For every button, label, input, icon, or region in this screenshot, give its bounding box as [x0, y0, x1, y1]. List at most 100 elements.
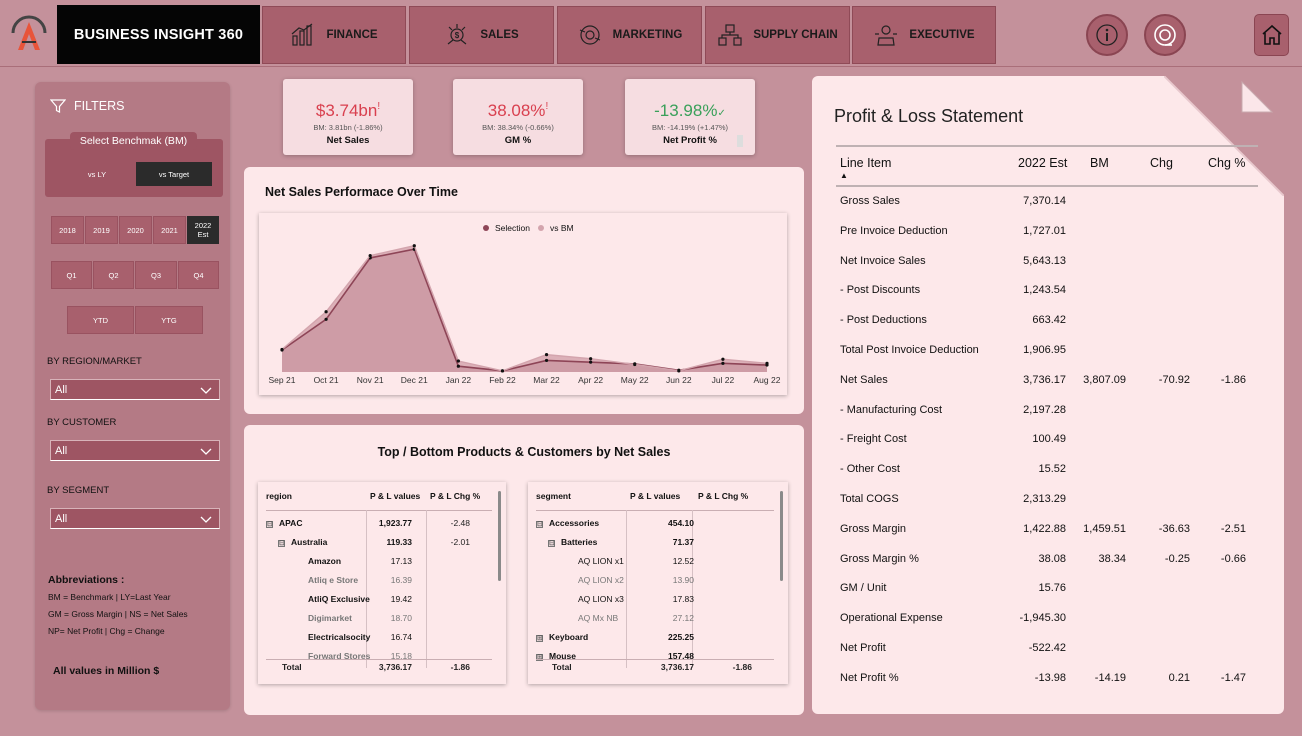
- year-2019[interactable]: 2019: [85, 216, 118, 244]
- pl-row[interactable]: Total COGS 2,313.29: [836, 485, 1258, 514]
- customer-dropdown[interactable]: All: [50, 440, 220, 461]
- period-ytd[interactable]: YTD: [67, 306, 134, 334]
- quarter-q4[interactable]: Q4: [178, 261, 219, 289]
- table-row[interactable]: ⊟ Batteries 71.37: [536, 532, 774, 551]
- region-dropdown[interactable]: All: [50, 379, 220, 400]
- table-row[interactable]: ⊞ Keyboard 225.25: [536, 627, 774, 646]
- kpi-net-profit-pct[interactable]: -13.98%✓ BM: -14.19% (+1.47%) Net Profit…: [625, 79, 755, 155]
- col-header-values[interactable]: P & L values: [630, 491, 680, 501]
- table-row[interactable]: ⊟ APAC 1,923.77 -2.48: [266, 513, 492, 532]
- data-point[interactable]: [765, 361, 769, 365]
- table-row[interactable]: AQ Mx NB 27.12: [536, 608, 774, 627]
- data-point[interactable]: [544, 358, 549, 363]
- table-row[interactable]: AQ LION x1 12.52: [536, 551, 774, 570]
- info-button[interactable]: [1086, 14, 1128, 56]
- table-row[interactable]: AtliQ Exclusive 19.42: [266, 589, 492, 608]
- nav-executive[interactable]: EXECUTIVE: [852, 6, 996, 64]
- benchmark-vs-ly[interactable]: vs LY: [59, 162, 135, 186]
- expand-collapse-icon[interactable]: ⊟: [278, 539, 285, 547]
- pl-row[interactable]: Gross Margin % 38.08 38.34 -0.25 -0.66: [836, 545, 1258, 574]
- pl-row[interactable]: Net Profit % -13.98 -14.19 0.21 -1.47: [836, 664, 1258, 693]
- support-button[interactable]: [1144, 14, 1186, 56]
- nav-sales[interactable]: $ SALES: [409, 6, 554, 64]
- data-point[interactable]: [633, 362, 637, 367]
- table-row[interactable]: Amazon 17.13: [266, 551, 492, 570]
- data-point[interactable]: [677, 369, 681, 373]
- pl-col-est[interactable]: 2022 Est: [1018, 156, 1067, 170]
- pl-row[interactable]: - Post Deductions 663.42: [836, 306, 1258, 335]
- region-matrix[interactable]: region P & L values P & L Chg % ⊟ APAC 1,923.…: [258, 482, 506, 684]
- pl-row[interactable]: - Other Cost 15.52: [836, 455, 1258, 484]
- sales-icon: $: [447, 24, 467, 45]
- table-row[interactable]: ⊟ Accessories 454.10: [536, 513, 774, 532]
- pl-col-line-item[interactable]: Line Item: [840, 156, 891, 170]
- home-button[interactable]: [1254, 14, 1289, 56]
- segment-matrix[interactable]: segment P & L values P & L Chg % ⊟ Accessori…: [528, 482, 788, 684]
- pl-row[interactable]: - Manufacturing Cost 2,197.28: [836, 396, 1258, 425]
- quarter-q2[interactable]: Q2: [93, 261, 134, 289]
- table-row[interactable]: ⊟ Australia 119.33 -2.01: [266, 532, 492, 551]
- col-header-values[interactable]: P & L values: [370, 491, 420, 501]
- col-header-dimension[interactable]: segment: [536, 491, 571, 501]
- kpi-gm-pct[interactable]: 38.08%! BM: 38.34% (-0.66%) GM %: [453, 79, 583, 155]
- data-point[interactable]: [500, 369, 505, 373]
- pl-row[interactable]: - Freight Cost 100.49: [836, 425, 1258, 454]
- pl-row[interactable]: Operational Expense -1,945.30: [836, 604, 1258, 633]
- data-point[interactable]: [456, 359, 460, 363]
- data-point[interactable]: [456, 364, 460, 368]
- benchmark-vs-target[interactable]: vs Target: [136, 162, 212, 186]
- data-point[interactable]: [721, 357, 725, 361]
- kpi-net-sales[interactable]: $3.74bn! BM: 3.81bn (-1.86%) Net Sales: [283, 79, 413, 155]
- pl-row[interactable]: Pre Invoice Deduction 1,727.01: [836, 217, 1258, 246]
- pl-row[interactable]: GM / Unit 15.76: [836, 574, 1258, 603]
- pl-row[interactable]: Gross Margin 1,422.88 1,459.51 -36.63 -2.51: [836, 515, 1258, 544]
- year-2022-est[interactable]: 2022 Est: [187, 216, 219, 244]
- table-row[interactable]: Electricalsocity 16.74: [266, 627, 492, 646]
- pl-col-bm[interactable]: BM: [1090, 156, 1109, 170]
- nav-marketing[interactable]: MARKETING: [557, 6, 702, 64]
- pl-row[interactable]: Net Profit -522.42: [836, 634, 1258, 663]
- year-2021[interactable]: 2021: [153, 216, 186, 244]
- pl-col-chg-pct[interactable]: Chg %: [1208, 156, 1246, 170]
- quarter-q1[interactable]: Q1: [51, 261, 92, 289]
- pl-row[interactable]: Net Sales 3,736.17 3,807.09 -70.92 -1.86: [836, 366, 1258, 395]
- quarter-q3[interactable]: Q3: [135, 261, 177, 289]
- pl-row[interactable]: - Post Discounts 1,243.54: [836, 276, 1258, 305]
- data-point[interactable]: [368, 253, 372, 258]
- expand-collapse-icon[interactable]: ⊟: [548, 539, 555, 547]
- data-point[interactable]: [280, 347, 284, 352]
- col-header-chg[interactable]: P & L Chg %: [698, 491, 748, 501]
- nav-sales-label: SALES: [480, 29, 519, 41]
- header-divider: [536, 510, 774, 511]
- kpi-label: GM %: [504, 135, 532, 146]
- year-2020[interactable]: 2020: [119, 216, 152, 244]
- expand-collapse-icon[interactable]: ⊟: [266, 520, 273, 528]
- table-row[interactable]: AQ LION x3 17.83: [536, 589, 774, 608]
- period-ytg[interactable]: YTG: [135, 306, 203, 334]
- data-point[interactable]: [412, 244, 416, 248]
- scrollbar[interactable]: [780, 491, 783, 581]
- year-2018[interactable]: 2018: [51, 216, 84, 244]
- pl-row[interactable]: Total Post Invoice Deduction 1,906.95: [836, 336, 1258, 365]
- expand-collapse-icon[interactable]: ⊟: [536, 520, 543, 528]
- nav-finance[interactable]: FINANCE: [262, 6, 406, 64]
- scrollbar[interactable]: [498, 491, 501, 581]
- pl-row[interactable]: Net Invoice Sales 5,643.13: [836, 247, 1258, 276]
- table-row[interactable]: AQ LION x2 13.90: [536, 570, 774, 589]
- data-point[interactable]: [544, 353, 549, 357]
- nav-supply-chain[interactable]: SUPPLY CHAIN: [705, 6, 850, 64]
- data-point[interactable]: [589, 360, 593, 364]
- data-point[interactable]: [324, 317, 328, 321]
- data-point[interactable]: [589, 357, 593, 361]
- table-row[interactable]: Atliq e Store 16.39: [266, 570, 492, 589]
- pl-line-item: - Other Cost: [840, 463, 900, 476]
- expand-collapse-icon[interactable]: ⊞: [536, 634, 543, 642]
- col-header-dimension[interactable]: region: [266, 491, 292, 501]
- pl-col-chg[interactable]: Chg: [1150, 156, 1173, 170]
- col-header-chg[interactable]: P & L Chg %: [430, 491, 480, 501]
- pl-row[interactable]: Gross Sales 7,370.14: [836, 187, 1258, 216]
- table-row[interactable]: Digimarket 18.70: [266, 608, 492, 627]
- data-point[interactable]: [721, 361, 725, 365]
- segment-dropdown[interactable]: All: [50, 508, 220, 529]
- data-point[interactable]: [324, 310, 328, 314]
